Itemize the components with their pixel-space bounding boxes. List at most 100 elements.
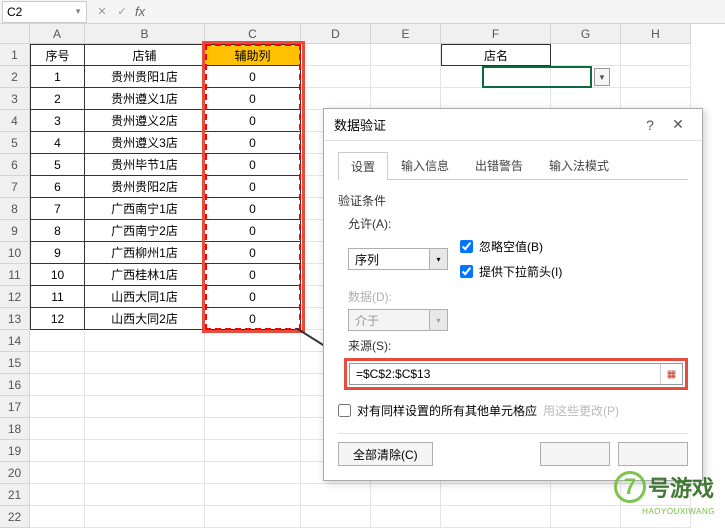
column-header-b[interactable]: B bbox=[85, 24, 205, 44]
row-header[interactable]: 14 bbox=[0, 330, 30, 352]
checkbox-input[interactable] bbox=[460, 265, 473, 278]
cell[interactable] bbox=[551, 44, 621, 66]
row-header[interactable]: 22 bbox=[0, 506, 30, 528]
cell[interactable]: 0 bbox=[205, 110, 301, 132]
close-icon[interactable]: ✕ bbox=[664, 116, 692, 133]
checkbox-input[interactable] bbox=[460, 240, 473, 253]
source-input[interactable] bbox=[350, 367, 660, 381]
cell[interactable]: 0 bbox=[205, 308, 301, 330]
cell[interactable] bbox=[30, 484, 85, 506]
cell[interactable] bbox=[205, 506, 301, 528]
cell[interactable] bbox=[205, 462, 301, 484]
cell[interactable] bbox=[30, 462, 85, 484]
tab-ime-mode[interactable]: 输入法模式 bbox=[536, 151, 622, 179]
ok-button[interactable] bbox=[540, 442, 610, 466]
tab-input-message[interactable]: 输入信息 bbox=[388, 151, 462, 179]
cell[interactable] bbox=[301, 484, 371, 506]
cell[interactable] bbox=[441, 506, 551, 528]
cell[interactable] bbox=[301, 88, 371, 110]
cell[interactable] bbox=[205, 374, 301, 396]
cell[interactable] bbox=[551, 88, 621, 110]
cell[interactable] bbox=[301, 66, 371, 88]
cell[interactable]: 3 bbox=[30, 110, 85, 132]
range-picker-icon[interactable]: ▦ bbox=[660, 364, 682, 384]
column-header-g[interactable]: G bbox=[551, 24, 621, 44]
cell[interactable] bbox=[621, 66, 691, 88]
cell[interactable] bbox=[85, 484, 205, 506]
cell[interactable]: 山西大同1店 bbox=[85, 286, 205, 308]
dropdown-arrow-icon[interactable]: ▼ bbox=[594, 68, 610, 86]
cell[interactable]: 12 bbox=[30, 308, 85, 330]
cell[interactable]: 0 bbox=[205, 66, 301, 88]
chevron-down-icon[interactable]: ▾ bbox=[429, 249, 447, 269]
cell[interactable] bbox=[30, 418, 85, 440]
column-header-f[interactable]: F bbox=[441, 24, 551, 44]
cell[interactable]: 山西大同2店 bbox=[85, 308, 205, 330]
cell[interactable]: 贵州遵义1店 bbox=[85, 88, 205, 110]
cell[interactable]: 序号 bbox=[30, 44, 85, 66]
cell[interactable]: 店名 bbox=[441, 44, 551, 66]
cell[interactable] bbox=[551, 66, 621, 88]
cell[interactable]: 4 bbox=[30, 132, 85, 154]
row-header[interactable]: 2 bbox=[0, 66, 30, 88]
cell[interactable] bbox=[85, 330, 205, 352]
cell[interactable]: 0 bbox=[205, 264, 301, 286]
cell[interactable]: 0 bbox=[205, 242, 301, 264]
cell[interactable]: 0 bbox=[205, 286, 301, 308]
row-header[interactable]: 5 bbox=[0, 132, 30, 154]
cell[interactable]: 0 bbox=[205, 132, 301, 154]
row-header[interactable]: 13 bbox=[0, 308, 30, 330]
cell[interactable] bbox=[30, 374, 85, 396]
cell[interactable]: 店铺 bbox=[85, 44, 205, 66]
fx-icon[interactable]: fx bbox=[135, 4, 145, 19]
row-header[interactable]: 19 bbox=[0, 440, 30, 462]
cell[interactable] bbox=[205, 396, 301, 418]
name-box[interactable]: C2 ▼ bbox=[2, 1, 87, 23]
column-header-a[interactable]: A bbox=[30, 24, 85, 44]
in-cell-dropdown-checkbox[interactable]: 提供下拉箭头(I) bbox=[460, 263, 562, 280]
cell[interactable]: 广西南宁2店 bbox=[85, 220, 205, 242]
row-header[interactable]: 20 bbox=[0, 462, 30, 484]
cell[interactable]: 贵州遵义3店 bbox=[85, 132, 205, 154]
cell[interactable] bbox=[371, 88, 441, 110]
cell[interactable] bbox=[205, 418, 301, 440]
apply-all-checkbox[interactable]: 对有同样设置的所有其他单元格应用这些更改(P) bbox=[338, 402, 688, 419]
column-header-d[interactable]: D bbox=[301, 24, 371, 44]
cell[interactable] bbox=[30, 506, 85, 528]
cell[interactable]: 2 bbox=[30, 88, 85, 110]
cell[interactable] bbox=[205, 330, 301, 352]
row-header[interactable]: 4 bbox=[0, 110, 30, 132]
cell[interactable] bbox=[85, 462, 205, 484]
cell[interactable] bbox=[371, 484, 441, 506]
cell[interactable]: 辅助列 bbox=[205, 44, 301, 66]
cell[interactable] bbox=[441, 484, 551, 506]
cell[interactable]: 0 bbox=[205, 220, 301, 242]
row-header[interactable]: 18 bbox=[0, 418, 30, 440]
cell[interactable] bbox=[441, 66, 551, 88]
cell[interactable] bbox=[621, 88, 691, 110]
clear-all-button[interactable]: 全部清除(C) bbox=[338, 442, 433, 466]
ignore-blank-checkbox[interactable]: 忽略空值(B) bbox=[460, 238, 562, 255]
select-all-corner[interactable] bbox=[0, 24, 30, 44]
cell[interactable]: 贵州贵阳2店 bbox=[85, 176, 205, 198]
cell[interactable] bbox=[85, 418, 205, 440]
cell[interactable]: 贵州贵阳1店 bbox=[85, 66, 205, 88]
cell[interactable]: 10 bbox=[30, 264, 85, 286]
cell[interactable]: 0 bbox=[205, 154, 301, 176]
cell[interactable] bbox=[301, 44, 371, 66]
cell[interactable]: 贵州遵义2店 bbox=[85, 110, 205, 132]
row-header[interactable]: 7 bbox=[0, 176, 30, 198]
cell[interactable] bbox=[371, 506, 441, 528]
help-icon[interactable]: ? bbox=[636, 117, 664, 133]
cell[interactable] bbox=[30, 440, 85, 462]
cell[interactable]: 8 bbox=[30, 220, 85, 242]
cell[interactable]: 0 bbox=[205, 176, 301, 198]
cell[interactable] bbox=[621, 44, 691, 66]
row-header[interactable]: 15 bbox=[0, 352, 30, 374]
cell[interactable] bbox=[205, 440, 301, 462]
cell[interactable] bbox=[301, 506, 371, 528]
row-header[interactable]: 6 bbox=[0, 154, 30, 176]
allow-select[interactable]: 序列 ▾ bbox=[348, 248, 448, 270]
cell[interactable]: 0 bbox=[205, 198, 301, 220]
chevron-down-icon[interactable]: ▼ bbox=[74, 7, 82, 16]
